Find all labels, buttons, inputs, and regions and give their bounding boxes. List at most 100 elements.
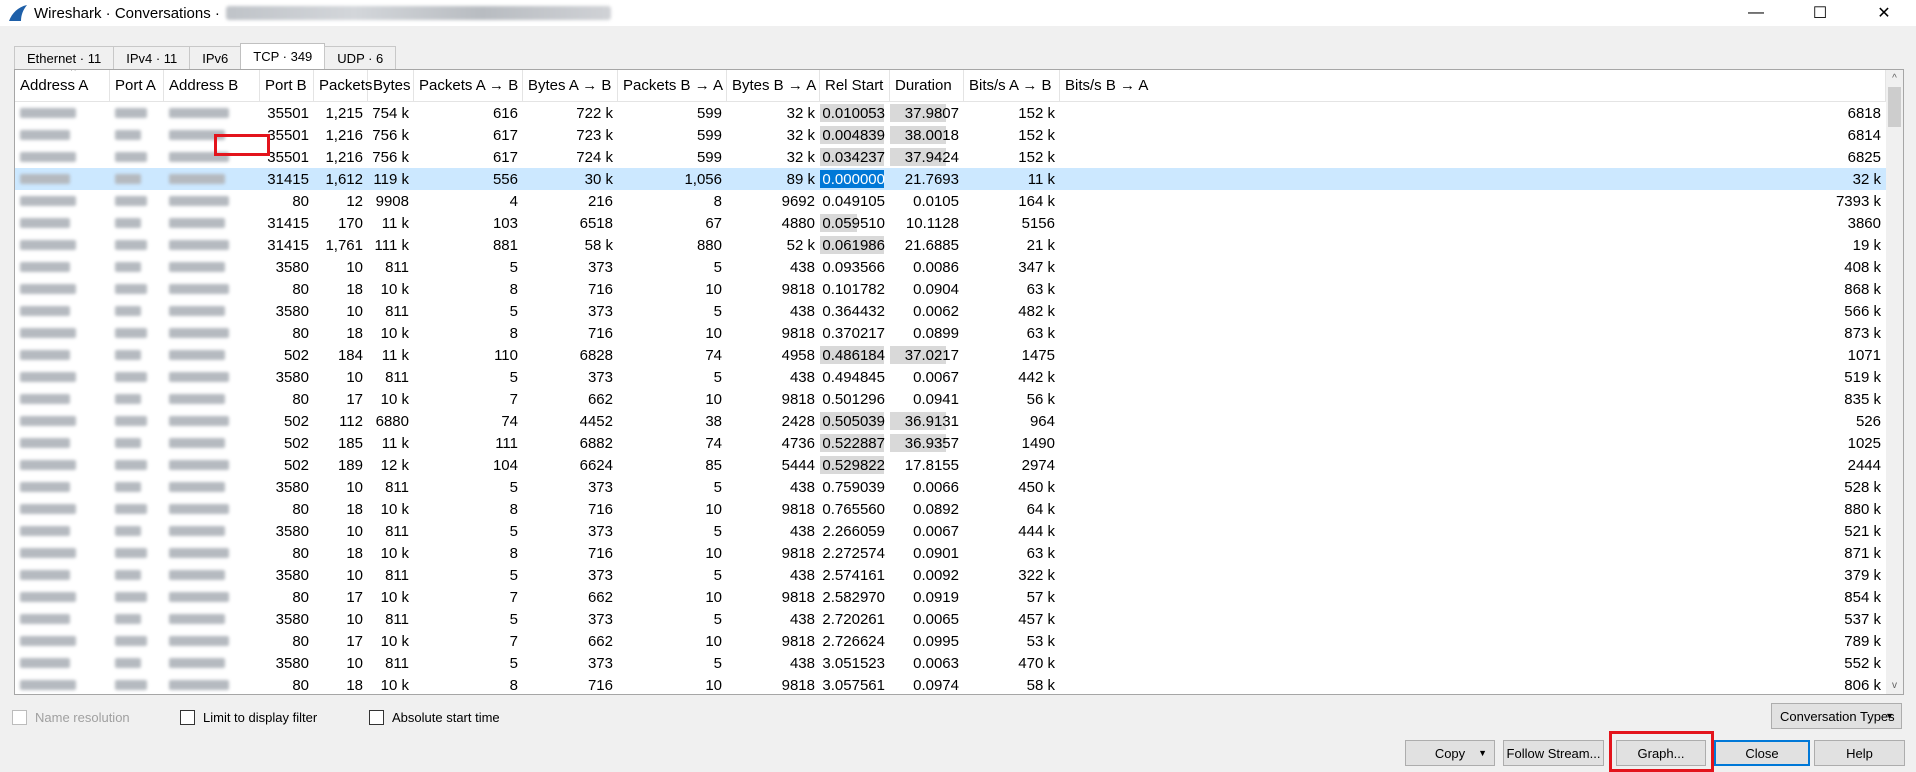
table-row[interactable]: 3580 10 811 5 373 5 438 0.759039 0.0066 450 k 528 … (15, 476, 1903, 498)
conversation-types-button[interactable]: Conversation Types ▼ (1771, 703, 1902, 729)
redacted-value (20, 218, 70, 228)
cell-bytes-b-to-a: 438 (789, 478, 815, 496)
table-row[interactable]: 31415 1,612 119 k 556 30 k 1,056 89 k 0.000000 2… (15, 168, 1903, 190)
table-row[interactable]: 80 18 10 k 8 716 10 9818 2.272574 0.0901 63 k 871 … (15, 542, 1903, 564)
limit-display-filter-checkbox[interactable]: Limit to display filter (180, 710, 317, 725)
redacted-value (115, 680, 147, 690)
cell-bytes: 119 k (373, 170, 409, 188)
tab-udp[interactable]: UDP · 6 (324, 46, 397, 69)
tab-ipv4[interactable]: IPv4 · 11 (113, 46, 191, 69)
column-header-bits-per-sec-a-to-b[interactable]: Bits/s A → B (964, 70, 1060, 101)
table-row[interactable]: 35501 1,216 756 k 617 724 k 599 32 k 0.034237 37… (15, 146, 1903, 168)
column-header-port-b[interactable]: Port B (260, 70, 314, 101)
column-header-bytes-b-to-a[interactable]: Bytes B → A (727, 70, 820, 101)
redacted-value (115, 636, 147, 646)
absolute-start-time-checkbox[interactable]: Absolute start time (369, 710, 500, 725)
cell-bytes: 10 k (380, 390, 409, 408)
scroll-thumb[interactable] (1888, 87, 1901, 127)
column-header-port-a[interactable]: Port A (110, 70, 164, 101)
cell-packets-a-to-b: 881 (492, 236, 518, 254)
tab-ethernet[interactable]: Ethernet · 11 (14, 46, 115, 69)
cell-port-b: 502 (283, 346, 309, 364)
table-row[interactable]: 80 17 10 k 7 662 10 9818 0.501296 0.0941 56 k 835 … (15, 388, 1903, 410)
column-header-rel-start[interactable]: Rel Start (820, 70, 890, 101)
table-row[interactable]: 80 12 9908 4 216 8 9692 0.049105 0.0105 164 k 7393… (15, 190, 1903, 212)
cell-port-a (110, 146, 164, 168)
vertical-scrollbar[interactable]: ^ v (1886, 70, 1903, 694)
cell-address-a (15, 344, 110, 366)
rel-start-value: 0.759039 (822, 478, 885, 496)
cell-rel-start: 2.272574 (820, 542, 890, 564)
cell-address-a (15, 674, 110, 694)
minimize-button[interactable]: — (1724, 0, 1788, 26)
table-row[interactable]: 3580 10 811 5 373 5 438 2.266059 0.0067 444 k 521 … (15, 520, 1903, 542)
table-row[interactable]: 3580 10 811 5 373 5 438 2.720261 0.0065 457 k 537 … (15, 608, 1903, 630)
name-resolution-checkbox[interactable]: Name resolution (12, 710, 130, 725)
table-row[interactable]: 80 17 10 k 7 662 10 9818 2.582970 0.0919 57 k 854 … (15, 586, 1903, 608)
redacted-value (20, 526, 70, 536)
column-header-packets[interactable]: Packets (314, 70, 372, 101)
cell-packets: 170 (337, 214, 363, 232)
table-row[interactable]: 502 189 12 k 104 6624 85 5444 0.529822 17.8155 29… (15, 454, 1903, 476)
redacted-value (115, 130, 141, 140)
cell-bytes: 111 k (374, 236, 409, 254)
cell-bytes-a-to-b: 373 (587, 478, 613, 496)
table-row[interactable]: 3580 10 811 5 373 5 438 0.494845 0.0067 442 k 519 … (15, 366, 1903, 388)
close-window-button[interactable]: ✕ (1852, 0, 1916, 26)
column-header-bytes[interactable]: Bytes (368, 70, 414, 101)
scroll-up-icon[interactable]: ^ (1886, 70, 1903, 87)
tab-ipv6[interactable]: IPv6 (189, 46, 242, 69)
cell-packets-a-to-b: 8 (509, 324, 518, 342)
cell-duration: 36.9357 (890, 432, 964, 454)
table-row[interactable]: 31415 170 11 k 103 6518 67 4880 0.059510 10.1128… (15, 212, 1903, 234)
close-button[interactable]: Close (1714, 740, 1810, 766)
redacted-value (20, 504, 76, 514)
maximize-button[interactable]: ☐ (1788, 0, 1852, 26)
column-header-duration[interactable]: Duration (890, 70, 964, 101)
table-row[interactable]: 80 18 10 k 8 716 10 9818 0.765560 0.0892 64 k 880 … (15, 498, 1903, 520)
table-row[interactable]: 80 18 10 k 8 716 10 9818 0.101782 0.0904 63 k 868 … (15, 278, 1903, 300)
table-row[interactable]: 35501 1,215 754 k 616 722 k 599 32 k 0.010053 37… (15, 102, 1903, 124)
table-row[interactable]: 502 184 11 k 110 6828 74 4958 0.486184 37.0217 14… (15, 344, 1903, 366)
table-row[interactable]: 80 18 10 k 8 716 10 9818 0.370217 0.0899 63 k 873 … (15, 322, 1903, 344)
redacted-value (115, 218, 141, 228)
column-header-address-a[interactable]: Address A (15, 70, 110, 101)
scroll-down-icon[interactable]: v (1886, 677, 1903, 694)
cell-address-b (164, 168, 260, 190)
cell-rel-start: 0.765560 (820, 498, 890, 520)
follow-stream-button[interactable]: Follow Stream... (1503, 740, 1604, 766)
table-row[interactable]: 80 17 10 k 7 662 10 9818 2.726624 0.0995 53 k 789 … (15, 630, 1903, 652)
conversation-table[interactable]: ^ Address A Port A Address B Port B Packets B… (14, 69, 1904, 695)
cell-bits-per-sec-a-to-b: 63 k (1026, 324, 1055, 342)
cell-address-a (15, 520, 110, 542)
table-row[interactable]: 3580 10 811 5 373 5 438 0.364432 0.0062 482 k 566 … (15, 300, 1903, 322)
redacted-value (115, 526, 141, 536)
table-row[interactable]: 502 185 11 k 111 6882 74 4736 0.522887 36.9357 14… (15, 432, 1903, 454)
table-row[interactable]: 80 18 10 k 8 716 10 9818 3.057561 0.0974 58 k 806 … (15, 674, 1903, 694)
duration-value: 0.0067 (913, 522, 959, 540)
cell-bytes-a-to-b: 30 k (584, 170, 613, 188)
copy-button[interactable]: Copy ▼ (1405, 740, 1495, 766)
tab-tcp[interactable]: TCP · 349 (240, 43, 326, 69)
duration-value: 0.0904 (913, 280, 959, 298)
table-row[interactable]: 3580 10 811 5 373 5 438 0.093566 0.0086 347 k 408 … (15, 256, 1903, 278)
column-header-bits-per-sec-b-to-a[interactable]: Bits/s B → A (1060, 70, 1886, 101)
cell-bytes-b-to-a: 9818 (781, 676, 815, 694)
column-header-bytes-a-to-b[interactable]: Bytes A → B (523, 70, 618, 101)
table-row[interactable]: 35501 1,216 756 k 617 723 k 599 32 k 0.004839 38… (15, 124, 1903, 146)
cell-rel-start: 2.720261 (820, 608, 890, 630)
help-button[interactable]: Help (1814, 740, 1905, 766)
cell-bytes: 811 (385, 478, 409, 496)
table-row[interactable]: 502 112 6880 74 4452 38 2428 0.505039 36.9131 964… (15, 410, 1903, 432)
cell-packets-b-to-a: 10 (705, 280, 722, 298)
table-row[interactable]: 31415 1,761 111 k 881 58 k 880 52 k 0.061986 21.… (15, 234, 1903, 256)
cell-address-b (164, 190, 260, 212)
table-row[interactable]: 3580 10 811 5 373 5 438 2.574161 0.0092 322 k 379 … (15, 564, 1903, 586)
column-header-packets-a-to-b[interactable]: Packets A → B (414, 70, 523, 101)
cell-bytes-a-to-b: 6624 (579, 456, 613, 474)
column-header-address-b[interactable]: Address B (164, 70, 260, 101)
column-header-packets-b-to-a[interactable]: Packets B → A (618, 70, 727, 101)
rel-start-value: 0.486184 (822, 346, 885, 364)
table-row[interactable]: 3580 10 811 5 373 5 438 3.051523 0.0063 470 k 552 … (15, 652, 1903, 674)
cell-bits-per-sec-a-to-b: 53 k (1026, 632, 1055, 650)
